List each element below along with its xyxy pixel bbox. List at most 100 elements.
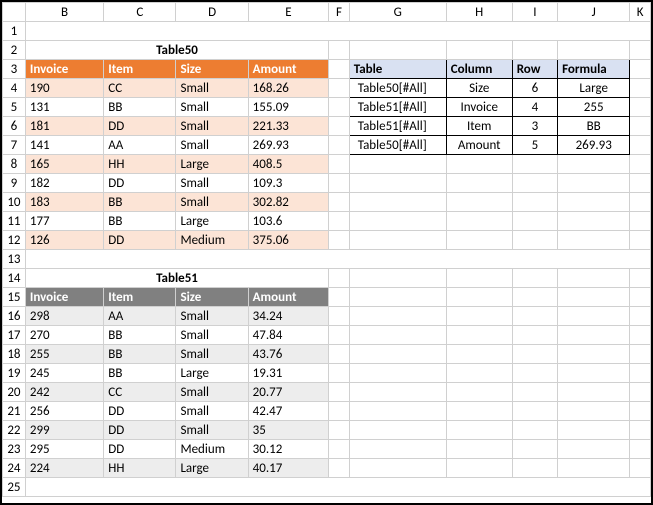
cell[interactable] xyxy=(630,402,651,421)
cell[interactable] xyxy=(25,250,650,269)
cell[interactable]: DD xyxy=(104,440,176,459)
cell[interactable]: 4 xyxy=(512,98,557,117)
cell[interactable] xyxy=(329,117,350,136)
row-header[interactable]: 16 xyxy=(3,307,26,326)
cell[interactable]: Large xyxy=(176,155,248,174)
cell[interactable] xyxy=(329,269,350,288)
cell[interactable] xyxy=(329,155,350,174)
row-header[interactable]: 5 xyxy=(3,98,26,117)
cell[interactable]: Small xyxy=(176,174,248,193)
cell[interactable]: BB xyxy=(558,117,630,136)
cell[interactable] xyxy=(446,345,512,364)
row-header[interactable]: 8 xyxy=(3,155,26,174)
cell[interactable] xyxy=(512,212,557,231)
cell[interactable] xyxy=(349,41,446,60)
cell[interactable] xyxy=(630,269,651,288)
cell[interactable] xyxy=(512,421,557,440)
cell[interactable] xyxy=(446,231,512,250)
cell[interactable]: Small xyxy=(176,326,248,345)
cell[interactable]: 19.31 xyxy=(248,364,328,383)
cell[interactable]: 131 xyxy=(25,98,103,117)
cell[interactable] xyxy=(630,440,651,459)
cell[interactable]: AA xyxy=(104,307,176,326)
cell[interactable]: 298 xyxy=(25,307,103,326)
cell[interactable] xyxy=(329,459,350,478)
cell[interactable]: 302.82 xyxy=(248,193,328,212)
cell[interactable]: 165 xyxy=(25,155,103,174)
cell[interactable] xyxy=(329,440,350,459)
cell[interactable] xyxy=(558,459,630,478)
cell[interactable]: 181 xyxy=(25,117,103,136)
cell[interactable] xyxy=(558,421,630,440)
cell[interactable] xyxy=(329,174,350,193)
cell[interactable] xyxy=(329,326,350,345)
cell[interactable] xyxy=(446,174,512,193)
row-header[interactable]: 21 xyxy=(3,402,26,421)
cell[interactable] xyxy=(349,269,446,288)
cell[interactable]: Small xyxy=(176,193,248,212)
cell[interactable] xyxy=(349,307,446,326)
cell[interactable]: BB xyxy=(104,345,176,364)
cell[interactable] xyxy=(329,364,350,383)
cell[interactable] xyxy=(329,193,350,212)
cell[interactable] xyxy=(512,231,557,250)
grid[interactable]: B C D E F G H I J K 1 2 Table50 3 Invoic… xyxy=(2,2,651,497)
row-header[interactable]: 23 xyxy=(3,440,26,459)
cell[interactable]: 221.33 xyxy=(248,117,328,136)
cell[interactable]: Table51[#All] xyxy=(349,98,446,117)
cell[interactable] xyxy=(512,383,557,402)
cell[interactable]: Small xyxy=(176,345,248,364)
cell[interactable] xyxy=(512,155,557,174)
cell[interactable] xyxy=(630,459,651,478)
cell[interactable] xyxy=(630,345,651,364)
cell[interactable]: 5 xyxy=(512,136,557,155)
row-header[interactable]: 4 xyxy=(3,79,26,98)
cell[interactable]: 30.12 xyxy=(248,440,328,459)
row-header[interactable]: 11 xyxy=(3,212,26,231)
cell[interactable] xyxy=(446,421,512,440)
cell[interactable]: Small xyxy=(176,117,248,136)
cell[interactable]: 256 xyxy=(25,402,103,421)
cell[interactable]: Small xyxy=(176,98,248,117)
cell[interactable]: Large xyxy=(558,79,630,98)
cell[interactable] xyxy=(446,41,512,60)
col-header[interactable]: D xyxy=(176,3,248,22)
cell[interactable]: Table50[#All] xyxy=(349,79,446,98)
cell[interactable]: DD xyxy=(104,421,176,440)
cell[interactable]: Small xyxy=(176,402,248,421)
cell[interactable]: Small xyxy=(176,421,248,440)
cell[interactable]: 155.09 xyxy=(248,98,328,117)
row-header[interactable]: 25 xyxy=(3,478,26,497)
cell[interactable] xyxy=(512,364,557,383)
cell[interactable] xyxy=(349,345,446,364)
cell[interactable]: 35 xyxy=(248,421,328,440)
cell[interactable] xyxy=(558,402,630,421)
cell[interactable] xyxy=(558,307,630,326)
col-header[interactable]: I xyxy=(512,3,557,22)
lookup-header[interactable]: Row xyxy=(512,60,557,79)
cell[interactable]: BB xyxy=(104,326,176,345)
cell[interactable]: Small xyxy=(176,79,248,98)
cell[interactable] xyxy=(558,231,630,250)
cell[interactable] xyxy=(512,345,557,364)
cell[interactable] xyxy=(349,288,446,307)
table50-header[interactable]: Size xyxy=(176,60,248,79)
cell[interactable] xyxy=(349,212,446,231)
cell[interactable]: Large xyxy=(176,459,248,478)
cell[interactable]: 183 xyxy=(25,193,103,212)
cell[interactable]: 242 xyxy=(25,383,103,402)
cell[interactable]: 34.24 xyxy=(248,307,328,326)
cell[interactable] xyxy=(329,231,350,250)
cell[interactable] xyxy=(558,174,630,193)
cell[interactable] xyxy=(558,288,630,307)
cell[interactable] xyxy=(446,269,512,288)
cell[interactable] xyxy=(630,364,651,383)
cell[interactable]: 269.93 xyxy=(248,136,328,155)
cell[interactable] xyxy=(446,193,512,212)
cell[interactable] xyxy=(512,269,557,288)
cell[interactable]: Medium xyxy=(176,440,248,459)
cell[interactable]: 42.47 xyxy=(248,402,328,421)
row-header[interactable]: 7 xyxy=(3,136,26,155)
table51-header[interactable]: Amount xyxy=(248,288,328,307)
row-header[interactable]: 13 xyxy=(3,250,26,269)
